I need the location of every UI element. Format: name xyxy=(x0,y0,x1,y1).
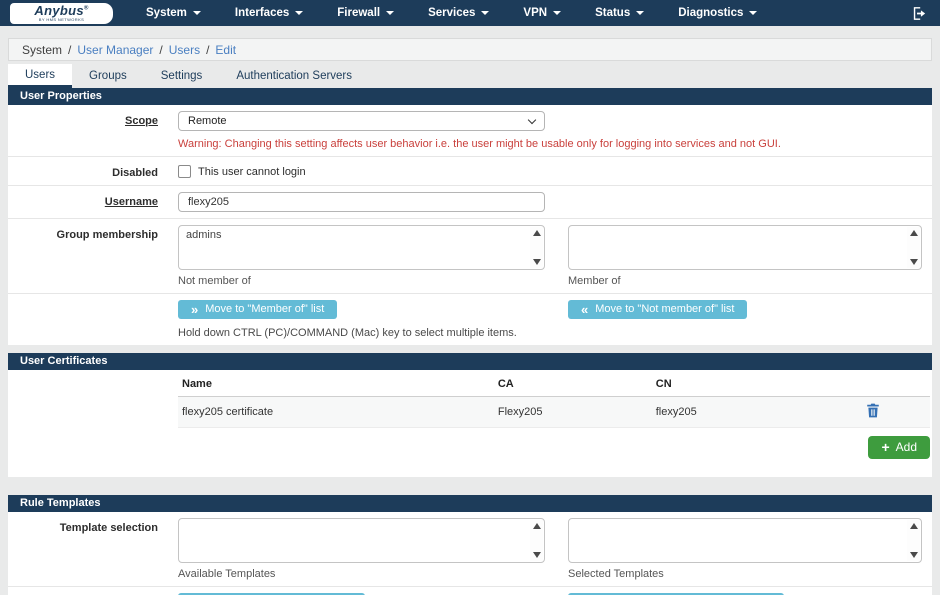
not-member-of-listbox[interactable]: admins xyxy=(178,225,545,270)
scrollbar[interactable] xyxy=(907,227,920,268)
selected-templates-listbox[interactable] xyxy=(568,518,922,563)
breadcrumb-users[interactable]: Users xyxy=(169,43,200,57)
user-certificates-section: User Certificates Name CA CN flexy205 ce… xyxy=(8,353,932,477)
main-menu: System Interfaces Firewall Services VPN … xyxy=(129,0,774,26)
rule-templates-header: Rule Templates xyxy=(8,495,932,512)
username-input[interactable] xyxy=(178,192,545,212)
chevron-down-icon xyxy=(636,11,644,15)
chevron-down-icon xyxy=(749,11,757,15)
certificate-ca-cell: Flexy205 xyxy=(494,397,652,428)
scroll-down-icon[interactable] xyxy=(910,259,918,265)
menu-status[interactable]: Status xyxy=(578,0,661,26)
scroll-up-icon[interactable] xyxy=(533,230,541,236)
group-membership-row: Group membership admins Not member of xyxy=(8,219,932,294)
tab-authentication-servers[interactable]: Authentication Servers xyxy=(219,64,369,88)
disabled-checkbox[interactable] xyxy=(178,165,191,178)
chevron-down-icon xyxy=(528,115,536,123)
member-of-caption: Member of xyxy=(568,275,922,287)
scroll-down-icon[interactable] xyxy=(533,259,541,265)
scope-row: Scope Remote Warning: Changing this sett… xyxy=(8,105,932,157)
available-templates-caption: Available Templates xyxy=(178,568,545,580)
tab-groups[interactable]: Groups xyxy=(72,64,144,88)
move-to-member-of-button[interactable]: »Move to "Member of" list xyxy=(178,300,337,319)
breadcrumb-system: System xyxy=(22,43,62,57)
plus-icon: + xyxy=(881,442,889,452)
list-item[interactable]: admins xyxy=(179,226,544,244)
user-certificates-header: User Certificates xyxy=(8,353,932,370)
scope-selected-value: Remote xyxy=(188,115,227,127)
template-move-buttons-row: »Move to "Apply Templates" list «Move to… xyxy=(8,587,932,595)
breadcrumb-edit[interactable]: Edit xyxy=(215,43,236,57)
certificate-cn-cell: flexy205 xyxy=(652,397,825,428)
scroll-up-icon[interactable] xyxy=(910,523,918,529)
disabled-checkbox-label: This user cannot login xyxy=(198,166,306,178)
scrollbar[interactable] xyxy=(530,520,543,561)
menu-firewall[interactable]: Firewall xyxy=(320,0,411,26)
chevron-down-icon xyxy=(193,11,201,15)
chevron-down-icon xyxy=(386,11,394,15)
tab-bar: Users Groups Settings Authentication Ser… xyxy=(8,64,932,88)
username-row: Username xyxy=(8,186,932,219)
double-chevron-left-icon: « xyxy=(581,304,588,315)
template-selection-row: Template selection Available Templates xyxy=(8,512,932,587)
scroll-down-icon[interactable] xyxy=(533,552,541,558)
available-templates-listbox[interactable] xyxy=(178,518,545,563)
delete-certificate-icon[interactable] xyxy=(866,403,880,421)
menu-diagnostics[interactable]: Diagnostics xyxy=(661,0,774,26)
tab-users[interactable]: Users xyxy=(8,64,72,88)
disabled-label: Disabled xyxy=(8,163,178,179)
scope-warning-text: Warning: Changing this setting affects u… xyxy=(178,138,924,150)
double-chevron-right-icon: » xyxy=(191,304,198,315)
scroll-up-icon[interactable] xyxy=(910,230,918,236)
certificates-table: Name CA CN flexy205 certificate Flexy205… xyxy=(178,372,930,428)
table-row: flexy205 certificate Flexy205 flexy205 xyxy=(178,397,930,428)
menu-system[interactable]: System xyxy=(129,0,218,26)
menu-vpn[interactable]: VPN xyxy=(506,0,578,26)
logout-icon[interactable] xyxy=(911,5,928,22)
anybus-logo: Anybus® BY HMS NETWORKS xyxy=(10,3,113,24)
logo-tagline: BY HMS NETWORKS xyxy=(39,18,85,22)
scope-label: Scope xyxy=(8,111,178,150)
add-certificate-button[interactable]: +Add xyxy=(868,436,930,459)
column-header-cn: CN xyxy=(652,372,825,397)
chevron-down-icon xyxy=(553,11,561,15)
scrollbar[interactable] xyxy=(907,520,920,561)
not-member-of-caption: Not member of xyxy=(178,275,545,287)
scope-select[interactable]: Remote xyxy=(178,111,545,131)
scroll-down-icon[interactable] xyxy=(910,552,918,558)
column-header-name: Name xyxy=(178,372,494,397)
breadcrumb-user-manager[interactable]: User Manager xyxy=(77,43,153,57)
selected-templates-caption: Selected Templates xyxy=(568,568,922,580)
username-label: Username xyxy=(8,192,178,212)
chevron-down-icon xyxy=(481,11,489,15)
template-selection-label: Template selection xyxy=(8,518,178,580)
multi-select-help-text: Hold down CTRL (PC)/COMMAND (Mac) key to… xyxy=(178,327,924,339)
top-navigation-bar: Anybus® BY HMS NETWORKS System Interface… xyxy=(0,0,940,26)
scrollbar[interactable] xyxy=(530,227,543,268)
menu-interfaces[interactable]: Interfaces xyxy=(218,0,320,26)
menu-services[interactable]: Services xyxy=(411,0,506,26)
scroll-up-icon[interactable] xyxy=(533,523,541,529)
certificate-name-cell: flexy205 certificate xyxy=(178,397,494,428)
logo-brand-text: Anybus® xyxy=(34,4,88,17)
user-properties-section: User Properties Scope Remote Warning: Ch… xyxy=(8,88,932,345)
group-move-buttons-row: »Move to "Member of" list «Move to "Not … xyxy=(8,294,932,345)
breadcrumb: System / User Manager / Users / Edit xyxy=(8,38,932,61)
tab-settings[interactable]: Settings xyxy=(144,64,220,88)
chevron-down-icon xyxy=(295,11,303,15)
rule-templates-section: Rule Templates Template selection Availa… xyxy=(8,495,932,595)
disabled-row: Disabled This user cannot login xyxy=(8,157,932,186)
group-membership-label: Group membership xyxy=(8,225,178,287)
move-to-not-member-of-button[interactable]: «Move to "Not member of" list xyxy=(568,300,747,319)
user-properties-header: User Properties xyxy=(8,88,932,105)
member-of-listbox[interactable] xyxy=(568,225,922,270)
column-header-ca: CA xyxy=(494,372,652,397)
